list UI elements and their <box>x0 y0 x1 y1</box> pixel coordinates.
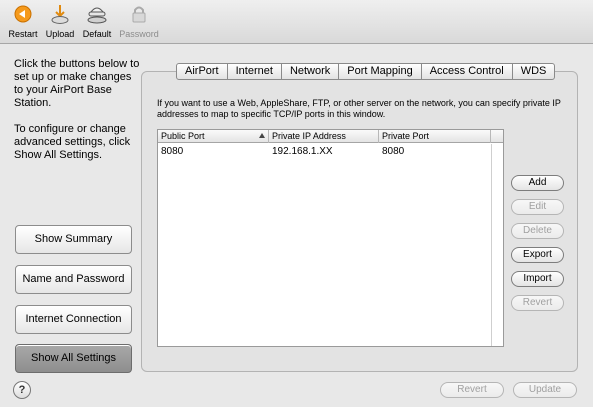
sort-ascending-icon <box>259 133 265 138</box>
internet-connection-button[interactable]: Internet Connection <box>15 305 132 334</box>
update-button[interactable]: Update <box>513 382 577 398</box>
show-all-settings-button[interactable]: Show All Settings <box>15 344 132 373</box>
upload-icon <box>51 5 69 24</box>
upload-button[interactable]: Upload <box>45 3 75 39</box>
upload-label: Upload <box>45 29 75 39</box>
restart-label: Restart <box>8 29 38 39</box>
show-summary-button[interactable]: Show Summary <box>15 225 132 254</box>
tab-network[interactable]: Network <box>282 64 340 79</box>
default-button[interactable]: Default <box>81 3 113 39</box>
export-button[interactable]: Export <box>511 247 564 263</box>
column-header-public-port[interactable]: Public Port <box>158 130 269 143</box>
instructions-setup: Click the buttons below to set up or mak… <box>14 58 140 109</box>
add-button[interactable]: Add <box>511 175 564 191</box>
column-label: Public Port <box>161 131 205 141</box>
default-label: Default <box>82 29 112 39</box>
restart-icon <box>14 5 32 23</box>
port-mapping-table: Public Port Private IP Address Private P… <box>157 129 504 347</box>
table-scrollbar[interactable] <box>491 144 503 346</box>
help-button[interactable]: ? <box>13 381 31 399</box>
revert-button[interactable]: Revert <box>440 382 504 398</box>
table-header: Public Port Private IP Address Private P… <box>158 130 503 143</box>
sidebar-instructions: Click the buttons below to set up or mak… <box>14 58 142 175</box>
delete-button[interactable]: Delete <box>511 223 564 239</box>
tab-port-mapping[interactable]: Port Mapping <box>339 64 422 79</box>
lock-icon <box>132 6 146 23</box>
tab-internet[interactable]: Internet <box>228 64 282 79</box>
base-station-icon <box>87 7 107 24</box>
import-button[interactable]: Import <box>511 271 564 287</box>
table-revert-button[interactable]: Revert <box>511 295 564 311</box>
cell-public-port: 8080 <box>161 146 184 157</box>
name-and-password-button[interactable]: Name and Password <box>15 265 132 294</box>
cell-private-port: 8080 <box>382 146 405 157</box>
tab-access-control[interactable]: Access Control <box>422 64 513 79</box>
toolbar: Restart Upload Default Password <box>0 0 593 44</box>
instructions-advanced: To configure or change advanced settings… <box>14 123 131 161</box>
column-header-private-ip[interactable]: Private IP Address <box>269 130 379 143</box>
column-header-private-port[interactable]: Private Port <box>379 130 491 143</box>
table-row[interactable]: 8080 192.168.1.XX 8080 <box>158 145 491 159</box>
cell-private-ip: 192.168.1.XX <box>272 146 333 157</box>
port-mapping-description: If you want to use a Web, AppleShare, FT… <box>157 98 561 119</box>
password-button[interactable]: Password <box>119 3 159 39</box>
edit-button[interactable]: Edit <box>511 199 564 215</box>
tab-wds[interactable]: WDS <box>513 64 555 79</box>
tab-airport[interactable]: AirPort <box>177 64 228 79</box>
restart-button[interactable]: Restart <box>8 3 38 39</box>
tab-bar: AirPort Internet Network Port Mapping Ac… <box>176 63 556 80</box>
password-label: Password <box>119 29 159 39</box>
